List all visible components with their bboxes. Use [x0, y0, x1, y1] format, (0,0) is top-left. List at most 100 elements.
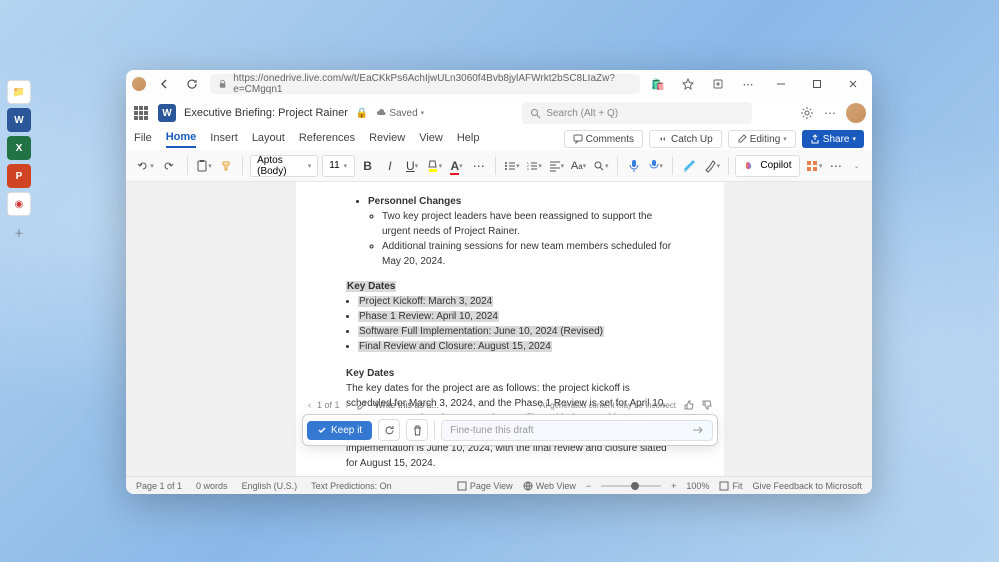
copilot-button[interactable]: Copilot: [735, 155, 800, 177]
lock-icon: [218, 79, 227, 89]
favorite-icon[interactable]: [678, 74, 698, 94]
zoom-slider[interactable]: [601, 485, 661, 487]
send-icon[interactable]: [692, 425, 704, 435]
share-button[interactable]: Share▾: [802, 130, 864, 148]
addins-button[interactable]: ▾: [804, 155, 822, 177]
tab-insert[interactable]: Insert: [210, 132, 238, 147]
next-draft-button[interactable]: ›: [346, 400, 349, 410]
taskbar-word-icon[interactable]: W: [7, 108, 31, 132]
tab-view[interactable]: View: [419, 132, 443, 147]
list-item: Two key project leaders have been reassi…: [382, 209, 674, 239]
regenerate-button[interactable]: [378, 419, 400, 441]
vertical-taskbar: 📁 W X P ◉ ＋: [4, 80, 34, 244]
italic-button[interactable]: I: [381, 155, 399, 177]
app-launcher-icon[interactable]: [132, 104, 150, 122]
dictate-button[interactable]: [625, 155, 643, 177]
underline-button[interactable]: U▾: [403, 155, 421, 177]
tab-help[interactable]: Help: [457, 132, 480, 147]
draft-page-indicator: 1 of 1: [317, 400, 340, 410]
prev-draft-button[interactable]: ‹: [308, 400, 311, 410]
discard-button[interactable]: [406, 419, 428, 441]
editor-button[interactable]: [680, 155, 698, 177]
back-button[interactable]: [154, 74, 174, 94]
write-as-label[interactable]: Write this as a...: [375, 400, 439, 410]
collapse-ribbon-button[interactable]: ⌄: [849, 157, 864, 175]
taskbar-folder-icon[interactable]: 📁: [7, 80, 31, 104]
find-button[interactable]: ▾: [592, 155, 610, 177]
thumbs-down-icon[interactable]: [702, 400, 712, 410]
zoom-out-button[interactable]: −: [586, 481, 591, 491]
shopping-icon[interactable]: 🛍️: [648, 74, 668, 94]
styles-button[interactable]: Aa▾: [569, 155, 587, 177]
undo-button[interactable]: ▾: [134, 155, 156, 177]
close-button[interactable]: [840, 74, 866, 94]
align-button[interactable]: ▾: [547, 155, 565, 177]
editing-button[interactable]: Editing▾: [728, 130, 796, 148]
tab-home[interactable]: Home: [166, 131, 197, 148]
refresh-button[interactable]: [182, 74, 202, 94]
fine-tune-input[interactable]: Fine-tune this draft: [441, 420, 713, 441]
list-item: Final Review and Closure: August 15, 202…: [358, 339, 674, 354]
redo-button[interactable]: [158, 155, 180, 177]
designer-button[interactable]: ▾: [702, 155, 720, 177]
page-indicator[interactable]: Page 1 of 1: [136, 481, 182, 491]
bold-button[interactable]: B: [359, 155, 377, 177]
profile-avatar-icon[interactable]: [132, 77, 146, 91]
font-size-select[interactable]: 11▾: [322, 155, 354, 177]
font-name-select[interactable]: Aptos (Body)▾: [250, 155, 318, 177]
thumbs-up-icon[interactable]: [684, 400, 694, 410]
document-title[interactable]: Executive Briefing: Project Rainer: [184, 107, 348, 119]
copilot-draft-toolbar: ‹ 1 of 1 › Write this as a... AI-generat…: [296, 394, 724, 452]
section-heading: Key Dates: [346, 281, 396, 292]
word-count[interactable]: 0 words: [196, 481, 228, 491]
web-view-button[interactable]: Web View: [523, 481, 576, 491]
format-painter-button[interactable]: [217, 155, 235, 177]
more-icon[interactable]: ⋯: [738, 74, 758, 94]
more-options-icon[interactable]: ⋯: [824, 106, 836, 120]
comments-button[interactable]: Comments: [564, 130, 643, 148]
url-bar[interactable]: https://onedrive.live.com/w/t/EaCKkPs6Ac…: [210, 74, 640, 94]
dictate-dropdown[interactable]: ▾: [647, 155, 665, 177]
settings-icon[interactable]: [800, 106, 814, 120]
tab-references[interactable]: References: [299, 132, 355, 147]
tab-file[interactable]: File: [134, 132, 152, 147]
page-view-button[interactable]: Page View: [457, 481, 513, 491]
highlight-button[interactable]: ▾: [425, 155, 443, 177]
more-font-button[interactable]: ⋯: [470, 155, 488, 177]
list-item: Software Full Implementation: June 10, 2…: [358, 324, 674, 339]
fit-button[interactable]: Fit: [719, 481, 742, 491]
feedback-link[interactable]: Give Feedback to Microsoft: [752, 481, 862, 491]
list-item: Additional training sessions for new tea…: [382, 239, 674, 269]
taskbar-add-icon[interactable]: ＋: [7, 220, 31, 244]
ribbon-tabs: File Home Insert Layout References Revie…: [126, 128, 872, 150]
language-indicator[interactable]: English (U.S.): [242, 481, 298, 491]
more-tools-button[interactable]: ⋯: [827, 155, 845, 177]
minimize-button[interactable]: [768, 74, 794, 94]
ai-disclaimer: AI-generated content may be incorrect: [540, 401, 676, 410]
zoom-in-button[interactable]: +: [671, 481, 676, 491]
font-color-button[interactable]: A▾: [447, 155, 465, 177]
numbering-button[interactable]: 123▾: [525, 155, 543, 177]
catchup-button[interactable]: Catch Up: [649, 130, 722, 148]
word-icon: W: [158, 104, 176, 122]
taskbar-excel-icon[interactable]: X: [7, 136, 31, 160]
app-header: W Executive Briefing: Project Rainer 🔒 S…: [126, 98, 872, 128]
save-status[interactable]: Saved ▾: [376, 108, 424, 119]
text-predictions-indicator[interactable]: Text Predictions: On: [311, 481, 392, 491]
list-item: Phase 1 Review: April 10, 2024: [358, 309, 674, 324]
paste-button[interactable]: ▾: [195, 155, 213, 177]
zoom-level[interactable]: 100%: [686, 481, 709, 491]
tab-review[interactable]: Review: [369, 132, 405, 147]
maximize-button[interactable]: [804, 74, 830, 94]
taskbar-powerpoint-icon[interactable]: P: [7, 164, 31, 188]
bullets-button[interactable]: ▾: [503, 155, 521, 177]
pencil-icon: [357, 400, 367, 410]
tab-layout[interactable]: Layout: [252, 132, 285, 147]
user-avatar-icon[interactable]: [846, 103, 866, 123]
collections-icon[interactable]: [708, 74, 728, 94]
ribbon-toolbar: ▾ ▾ Aptos (Body)▾ 11▾ B I U▾ ▾ A▾ ⋯ ▾ 12…: [126, 150, 872, 182]
cloud-icon: [376, 108, 386, 118]
taskbar-app-icon[interactable]: ◉: [7, 192, 31, 216]
search-input[interactable]: Search (Alt + Q): [522, 102, 752, 124]
keep-it-button[interactable]: Keep it: [307, 421, 372, 440]
